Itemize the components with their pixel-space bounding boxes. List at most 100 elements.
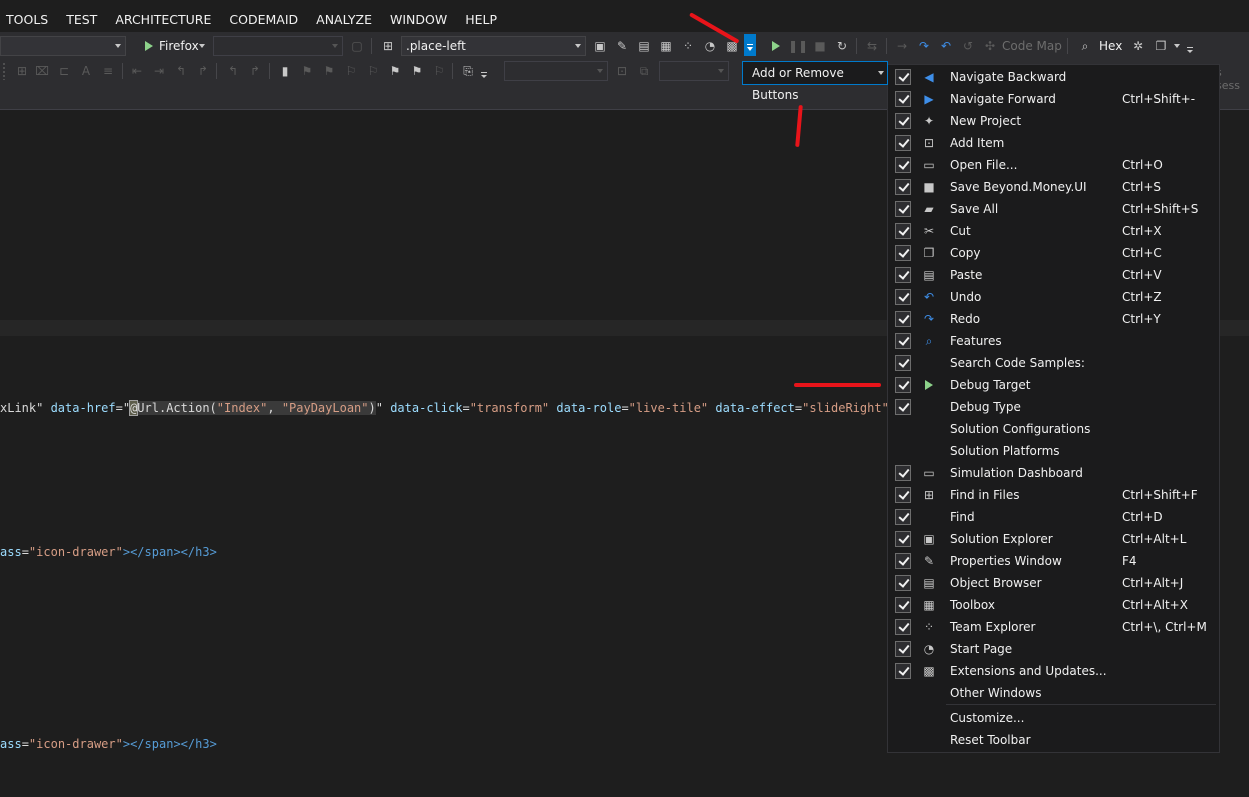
prev-location-icon[interactable]: ↰ [225, 63, 241, 79]
decrease-indent-icon[interactable]: ⇤ [129, 63, 145, 79]
menu-row-save-all[interactable]: ▰ Save All Ctrl+Shift+S [888, 198, 1219, 220]
prev-bookmark-doc-icon[interactable]: ⚑ [387, 63, 403, 79]
menu-row-solution-platforms[interactable]: Solution Platforms [888, 440, 1219, 462]
menu-analyze[interactable]: ANALYZE [307, 9, 381, 31]
menu-row-solution-configurations[interactable]: Solution Configurations [888, 418, 1219, 440]
checkbox[interactable] [895, 597, 911, 613]
checkbox[interactable] [895, 575, 911, 591]
word-completion-icon[interactable]: ⊏ [56, 63, 72, 79]
font-size-icon[interactable]: A [78, 63, 94, 79]
list-members-icon[interactable]: ≡ [100, 63, 116, 79]
checkbox[interactable] [895, 509, 911, 525]
debug-type-combo[interactable] [213, 36, 343, 56]
next-location-icon[interactable]: ↱ [247, 63, 263, 79]
checkbox[interactable] [895, 135, 911, 151]
start-debug-icon[interactable] [141, 38, 157, 54]
menu-row-simulation-dashboard[interactable]: ▭ Simulation Dashboard [888, 462, 1219, 484]
code-map-label[interactable]: Code Map [1002, 38, 1062, 54]
checkbox[interactable] [895, 663, 911, 679]
add-remove-buttons-menu-item[interactable]: Add or Remove Buttons [742, 61, 888, 102]
menu-row-copy[interactable]: ❐ Copy Ctrl+C [888, 242, 1219, 264]
checkbox[interactable] [895, 355, 911, 371]
menu-row-team-explorer[interactable]: ⁘ Team Explorer Ctrl+\, Ctrl+M [888, 616, 1219, 638]
format-selection-icon[interactable]: ⊡ [614, 63, 630, 79]
toolbox-icon[interactable]: ▦ [658, 38, 674, 54]
team-explorer-icon[interactable]: ⁘ [680, 38, 696, 54]
browser-target-label[interactable]: Firefox [159, 38, 199, 54]
clear-bookmarks-icon[interactable]: ⚐ [431, 63, 447, 79]
increase-indent-icon[interactable]: ⇥ [151, 63, 167, 79]
menu-row-paste[interactable]: ▤ Paste Ctrl+V [888, 264, 1219, 286]
checkbox[interactable] [895, 179, 911, 195]
show-next-statement-icon[interactable]: ⇆ [864, 38, 880, 54]
menu-row-search-code-samples[interactable]: Search Code Samples: [888, 352, 1219, 374]
editor-toolbar-overflow-icon[interactable] [480, 67, 488, 83]
reset-toolbar-menu-item[interactable]: Reset Toolbar [888, 729, 1219, 751]
parameter-info-icon[interactable]: ⌧ [34, 63, 50, 79]
search-selector-combo[interactable]: .place-left [401, 36, 586, 56]
pause-icon[interactable]: ❚❚ [788, 38, 808, 54]
checkbox[interactable] [895, 289, 911, 305]
view-icon[interactable]: ⧉ [636, 63, 652, 79]
checkbox[interactable] [895, 399, 911, 415]
menu-window[interactable]: WINDOW [381, 9, 456, 31]
properties-wrench-icon[interactable]: ✎ [614, 38, 630, 54]
object-browser-icon[interactable]: ▤ [636, 38, 652, 54]
checkbox[interactable] [895, 553, 911, 569]
checkbox[interactable] [895, 157, 911, 173]
checkbox[interactable] [895, 465, 911, 481]
menu-tools[interactable]: TOOLS [0, 9, 57, 31]
menu-row-debug-type[interactable]: Debug Type [888, 396, 1219, 418]
checkbox[interactable] [895, 267, 911, 283]
checkbox[interactable] [895, 377, 911, 393]
menu-row-features[interactable]: ⌕ Features [888, 330, 1219, 352]
menu-row-find[interactable]: Find Ctrl+D [888, 506, 1219, 528]
checkbox[interactable] [895, 531, 911, 547]
start-page-icon[interactable]: ◔ [702, 38, 718, 54]
solution-config-combo[interactable] [0, 36, 126, 56]
next-bookmark-folder-icon[interactable]: ⚐ [365, 63, 381, 79]
find-in-files-icon[interactable]: ⊞ [380, 38, 396, 54]
menu-row-cut[interactable]: ✂ Cut Ctrl+X [888, 220, 1219, 242]
menu-row-other-windows[interactable]: Other Windows [888, 682, 1219, 704]
menu-row-save[interactable]: ■ Save Beyond.Money.UI Ctrl+S [888, 176, 1219, 198]
code-map-icon[interactable]: ✣ [982, 38, 998, 54]
customize-menu-item[interactable]: Customize... [888, 707, 1219, 729]
next-bookmark-icon[interactable]: ⚑ [321, 63, 337, 79]
checkbox[interactable] [895, 641, 911, 657]
stop-icon[interactable]: ■ [812, 38, 828, 54]
menu-row-start-page[interactable]: ◔ Start Page [888, 638, 1219, 660]
menu-row-navigate-forward[interactable]: ▶ Navigate Forward Ctrl+Shift+- [888, 88, 1219, 110]
search-icon[interactable]: ⌕ [1077, 38, 1093, 54]
browser-dropdown-icon[interactable] [198, 38, 206, 54]
menu-test[interactable]: TEST [57, 9, 106, 31]
menu-row-undo[interactable]: ↶ Undo Ctrl+Z [888, 286, 1219, 308]
menu-row-object-browser[interactable]: ▤ Object Browser Ctrl+Alt+J [888, 572, 1219, 594]
display-quick-info-icon[interactable]: ⊞ [14, 63, 30, 79]
toolbar-overflow-icon[interactable] [1186, 42, 1194, 58]
uncomment-icon[interactable]: ↱ [195, 63, 211, 79]
code-snippet-icon[interactable]: ⎘ [460, 63, 476, 79]
editor-combo-2[interactable] [659, 61, 729, 81]
checkbox[interactable] [895, 113, 911, 129]
menu-row-extensions-updates[interactable]: ▩ Extensions and Updates... [888, 660, 1219, 682]
menu-row-add-item[interactable]: ⊡ Add Item [888, 132, 1219, 154]
next-bookmark-doc-icon[interactable]: ⚑ [409, 63, 425, 79]
solution-explorer-icon[interactable]: ▣ [592, 38, 608, 54]
prev-bookmark-icon[interactable]: ⚑ [299, 63, 315, 79]
step-over-icon[interactable]: ↷ [916, 38, 932, 54]
step-out-icon[interactable]: ↶ [938, 38, 954, 54]
menu-row-new-project[interactable]: ✦ New Project [888, 110, 1219, 132]
attach-icon[interactable]: ▢ [349, 38, 365, 54]
menu-architecture[interactable]: ARCHITECTURE [106, 9, 220, 31]
prev-bookmark-folder-icon[interactable]: ⚐ [343, 63, 359, 79]
checkbox[interactable] [895, 333, 911, 349]
bookmark-icon[interactable]: ▮ [277, 63, 293, 79]
menu-row-debug-target[interactable]: Debug Target [888, 374, 1219, 396]
checkbox[interactable] [895, 69, 911, 85]
menu-help[interactable]: HELP [456, 9, 506, 31]
exceptions-icon[interactable]: ✲ [1130, 38, 1146, 54]
menu-row-solution-explorer[interactable]: ▣ Solution Explorer Ctrl+Alt+L [888, 528, 1219, 550]
threads-icon[interactable]: ❐ [1153, 38, 1169, 54]
menu-codemaid[interactable]: CODEMAID [220, 9, 307, 31]
